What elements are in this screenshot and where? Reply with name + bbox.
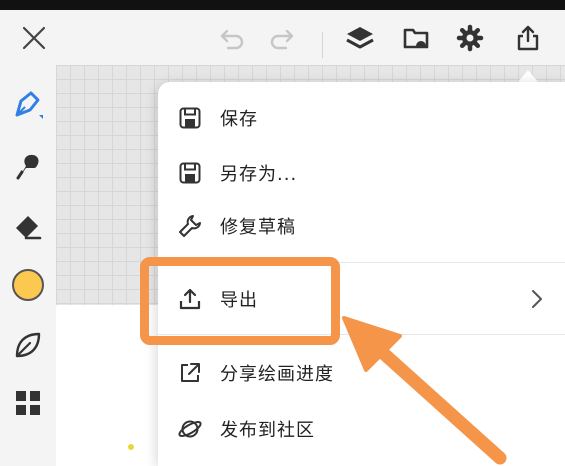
annotation-arrow bbox=[342, 316, 507, 465]
